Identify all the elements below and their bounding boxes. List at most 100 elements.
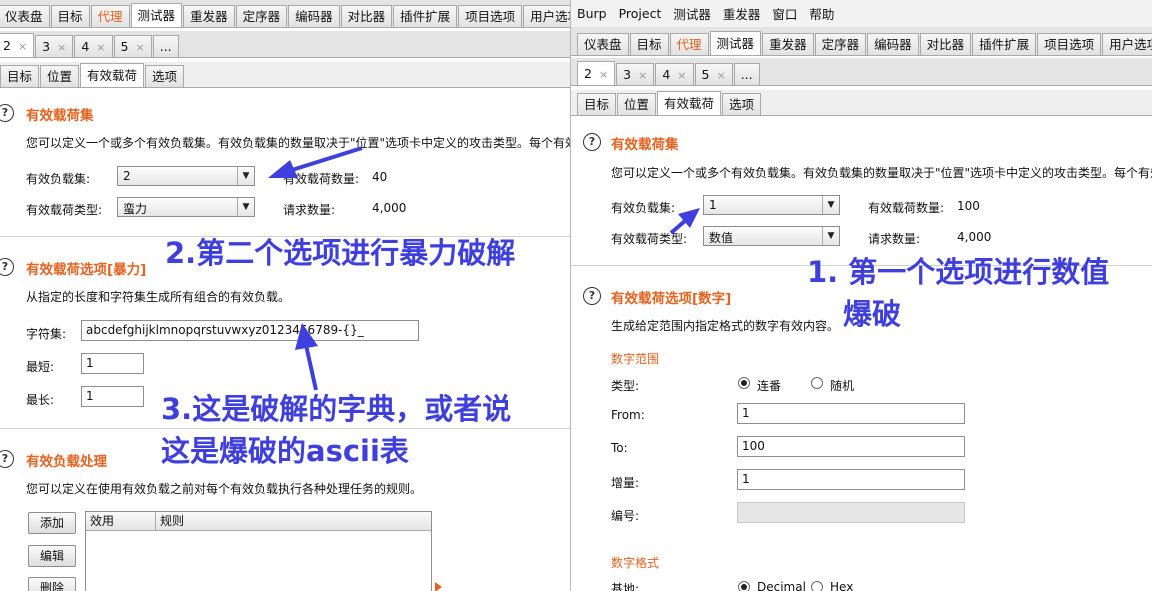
payload-count-value: 100 [957,199,980,213]
help-icon[interactable]: ? [0,450,14,468]
to-label: To: [611,441,628,455]
payload-processing-description: 您可以定义在使用有效负载之前对每个有效负载执行各种处理任务的规则。 [26,482,423,496]
menu-window[interactable]: 窗口 [766,4,803,23]
payload-options-title: 有效载荷选项[数字] [611,291,732,307]
payload-set-label: 有效负载集: [26,172,91,186]
attack-tab-5[interactable]: 5 × [113,35,152,57]
tab-extender[interactable]: 插件扩展 [972,33,1037,55]
subtab-options[interactable]: 选项 [145,65,185,87]
radio-random-label: 随机 [830,379,855,393]
help-icon[interactable]: ? [0,104,14,122]
close-icon[interactable]: × [96,41,105,54]
close-icon[interactable]: × [677,69,686,82]
column-rule[interactable]: 规则 [156,512,431,530]
radio-hex[interactable] [811,581,823,591]
tab-dashboard[interactable]: 仪表盘 [0,5,50,27]
attack-tab-4[interactable]: 4 × [74,35,113,57]
attack-tab-3[interactable]: 3 × [616,63,655,85]
request-count-value: 4,000 [372,201,407,215]
tab-decoder[interactable]: 编码器 [867,33,919,55]
attack-tab-more[interactable]: ... [733,63,760,85]
annotation-1-line2: 爆破 [843,297,902,331]
menu-help[interactable]: 帮助 [803,4,840,23]
radio-random[interactable] [811,377,823,389]
close-icon[interactable]: × [135,41,144,54]
attack-tab-4[interactable]: 4 × [655,63,694,85]
tab-extender[interactable]: 插件扩展 [393,5,458,27]
payload-type-select[interactable]: 数值 ▼ [703,226,840,246]
help-icon[interactable]: ? [583,133,601,151]
tab-target[interactable]: 目标 [629,33,669,55]
menu-intruder[interactable]: 测试器 [667,4,717,23]
menu-project[interactable]: Project [613,6,668,21]
radio-decimal[interactable] [738,581,750,591]
tab-sequencer[interactable]: 定序器 [235,5,288,27]
payload-set-select[interactable]: 2 ▼ [117,166,255,186]
payload-type-value: 蛮力 [123,202,148,216]
annotation-3-line2: 这是爆破的ascii表 [161,434,409,468]
close-icon[interactable]: × [716,69,725,82]
subtab-target[interactable]: 目标 [577,93,617,115]
tab-comparer[interactable]: 对比器 [340,5,393,27]
radio-sequential[interactable] [738,377,750,389]
close-icon[interactable]: × [599,68,608,81]
payload-type-value: 数值 [709,231,734,245]
charset-input[interactable]: abcdefghijklmnopqrstuvwxyz0123456789-{}_ [81,320,419,341]
subtab-target[interactable]: 目标 [0,65,40,87]
min-length-input[interactable]: 1 [81,353,144,374]
payload-sets-description: 您可以定义一个或多个有效负载集。有效负载集的数量取决于"位置"选项卡中定义的攻击… [26,136,570,150]
tab-repeater[interactable]: 重发器 [762,33,814,55]
tab-project-options[interactable]: 项目选项 [1037,33,1102,55]
close-icon[interactable]: × [638,69,647,82]
help-icon[interactable]: ? [583,287,601,305]
annotation-3-line1: 3.这是破解的字典，或者说 [161,392,512,426]
attack-tab-5[interactable]: 5 × [694,63,733,85]
tab-proxy[interactable]: 代理 [90,5,130,27]
tab-proxy[interactable]: 代理 [669,33,709,55]
subtab-positions[interactable]: 位置 [40,65,80,87]
tab-decoder[interactable]: 编码器 [288,5,340,27]
max-length-label: 最长: [26,393,55,407]
tab-dashboard[interactable]: 仪表盘 [577,33,629,55]
number-type-label: 类型: [611,379,640,393]
column-enabled[interactable]: 效用 [86,512,156,530]
attack-tab-2[interactable]: 2 × [577,61,616,85]
menu-burp[interactable]: Burp [571,6,613,21]
subtab-positions[interactable]: 位置 [617,93,657,115]
subtab-payloads[interactable]: 有效载荷 [80,63,145,87]
tab-intruder[interactable]: 测试器 [709,31,762,55]
close-icon[interactable]: × [18,40,27,53]
tab-intruder[interactable]: 测试器 [130,3,183,27]
chevron-down-icon: ▼ [822,196,839,214]
radio-sequential-label: 连番 [757,379,782,393]
payload-processing-title: 有效负载处理 [26,454,107,470]
table-header: 效用 规则 [86,512,431,531]
add-rule-button[interactable]: 添加 [28,512,76,534]
payload-set-select[interactable]: 1 ▼ [703,195,840,215]
tab-user-options[interactable]: 用户选项 [523,5,570,27]
subtab-options[interactable]: 选项 [722,93,762,115]
step-input[interactable]: 1 [737,469,965,490]
from-input[interactable]: 1 [737,403,965,424]
tab-project-options[interactable]: 项目选项 [458,5,523,27]
max-length-input[interactable]: 1 [81,386,144,407]
close-icon[interactable]: × [57,41,66,54]
menu-repeater[interactable]: 重发器 [717,4,767,23]
tab-comparer[interactable]: 对比器 [919,33,972,55]
attack-tab-2[interactable]: 2 × [0,33,35,57]
edit-rule-button[interactable]: 编辑 [28,545,76,567]
tab-user-options[interactable]: 用户选项 [1102,33,1152,55]
tab-target[interactable]: 目标 [50,5,90,27]
tab-repeater[interactable]: 重发器 [183,5,235,27]
help-icon[interactable]: ? [0,258,14,276]
subtab-payloads[interactable]: 有效载荷 [657,91,722,115]
to-input[interactable]: 100 [737,436,965,457]
tab-sequencer[interactable]: 定序器 [814,33,867,55]
payload-set-value: 1 [709,198,717,212]
processing-rules-table[interactable]: 效用 规则 [85,511,432,591]
payload-type-select[interactable]: 蛮力 ▼ [117,197,255,217]
attack-tab-3[interactable]: 3 × [35,35,74,57]
attack-tab-more[interactable]: ... [152,35,179,57]
min-length-label: 最短: [26,360,55,374]
remove-rule-button[interactable]: 删除 [28,577,76,591]
